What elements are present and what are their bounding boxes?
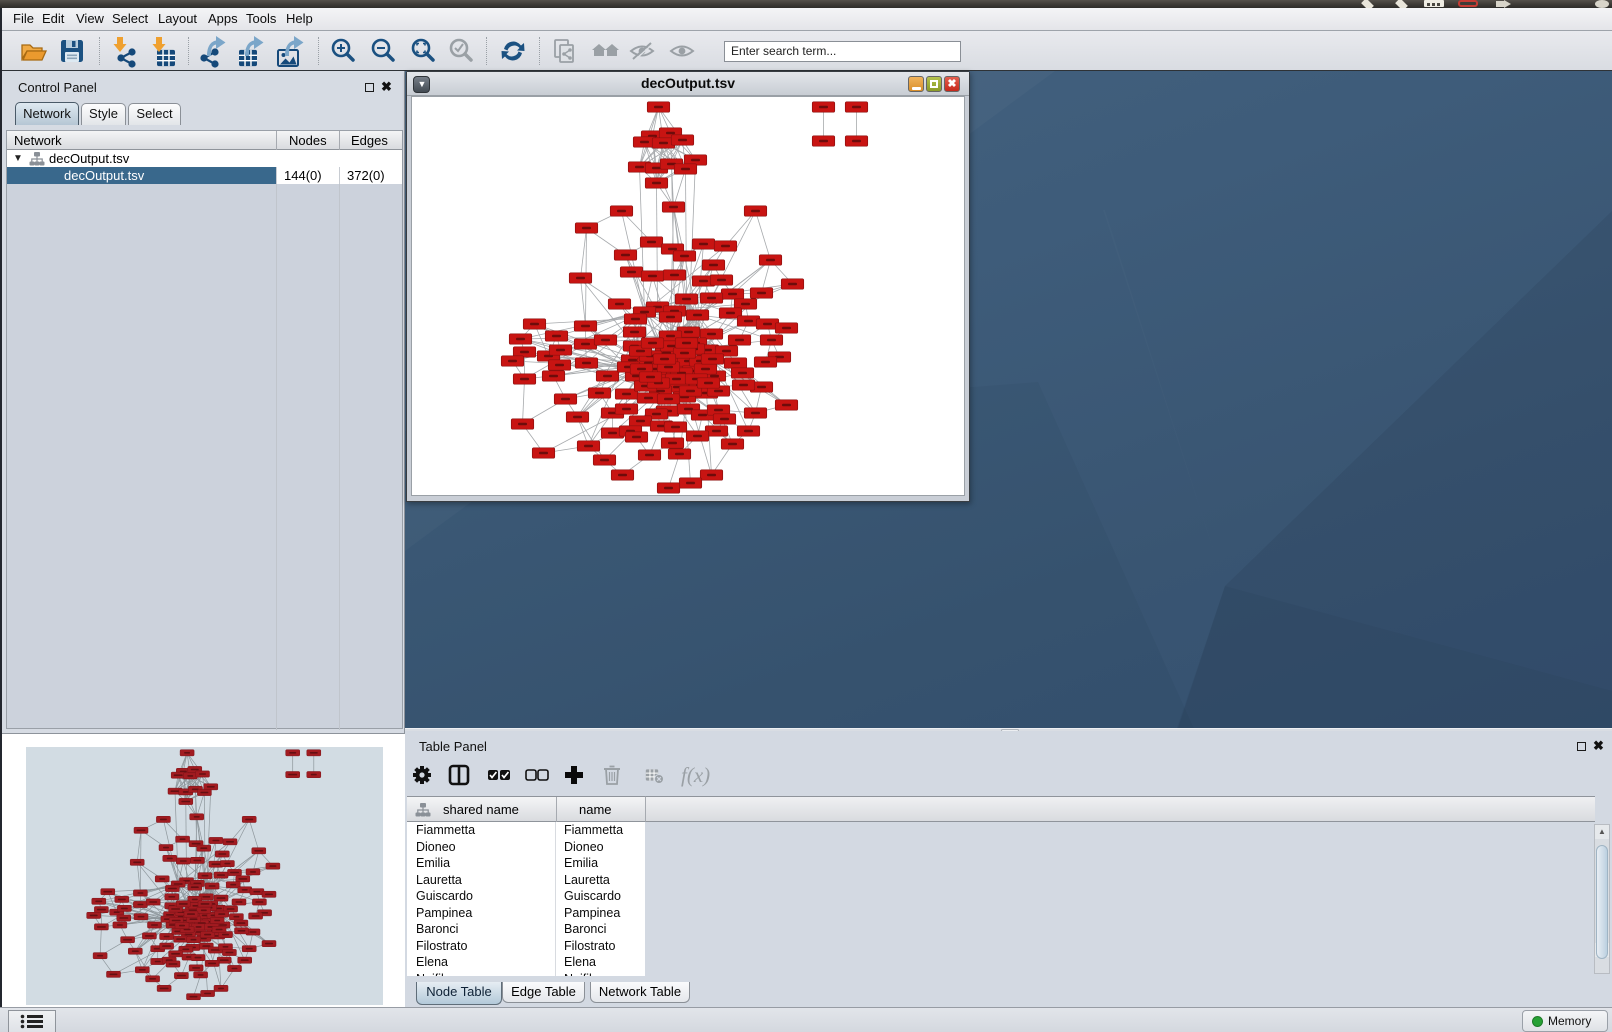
- svg-text:f(x): f(x): [681, 763, 710, 787]
